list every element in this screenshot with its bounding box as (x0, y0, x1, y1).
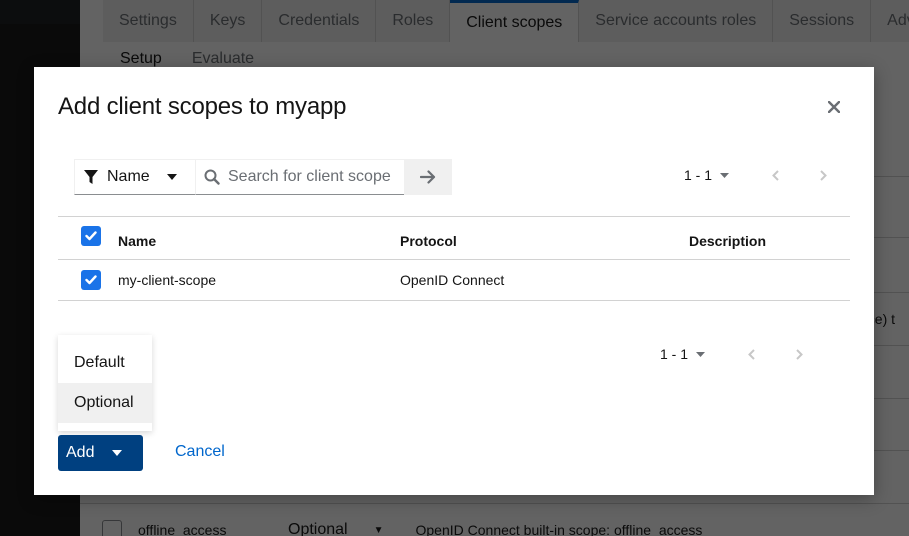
add-client-scopes-modal: Add client scopes to myapp Name 1 - 1 (34, 67, 874, 495)
per-page-toggle[interactable]: 1 - 1 (684, 167, 730, 183)
arrow-right-icon (420, 170, 436, 184)
menu-item-optional[interactable]: Optional (58, 383, 152, 423)
caret-down-icon (696, 351, 706, 357)
search-icon (204, 169, 220, 185)
pagination-bottom: 1 - 1 (660, 346, 807, 362)
close-button[interactable] (824, 97, 844, 117)
check-icon (85, 275, 97, 285)
column-header-protocol[interactable]: Protocol (400, 227, 689, 249)
add-button-label: Add (66, 444, 95, 461)
filter-icon (84, 170, 98, 184)
search-box (196, 159, 404, 195)
cancel-button[interactable]: Cancel (175, 443, 225, 461)
row-checkbox[interactable] (81, 270, 101, 290)
caret-down-icon (112, 450, 123, 456)
filter-toolbar: Name (74, 159, 452, 195)
menu-item-default[interactable]: Default (58, 343, 152, 383)
caret-down-icon (720, 172, 730, 178)
add-button[interactable]: Add (58, 435, 143, 471)
column-header-name[interactable]: Name (118, 227, 400, 249)
next-page-button[interactable] (815, 169, 831, 181)
select-all-checkbox[interactable] (81, 226, 101, 246)
client-scopes-table: Name Protocol Description my-client-scop… (58, 216, 850, 301)
chevron-right-icon (795, 348, 803, 360)
modal-title: Add client scopes to myapp (58, 93, 347, 120)
previous-page-button[interactable] (767, 169, 783, 181)
search-submit-button[interactable] (404, 159, 452, 195)
per-page-toggle[interactable]: 1 - 1 (660, 346, 706, 362)
search-input[interactable] (228, 168, 398, 186)
close-icon (828, 101, 840, 113)
chevron-left-icon (771, 169, 779, 181)
column-header-description[interactable]: Description (689, 227, 850, 249)
chevron-left-icon (747, 348, 755, 360)
table-header-row: Name Protocol Description (58, 216, 850, 260)
filter-attribute-select[interactable]: Name (74, 159, 196, 195)
previous-page-button[interactable] (743, 348, 759, 360)
scope-name: my-client-scope (118, 272, 217, 288)
next-page-button[interactable] (791, 348, 807, 360)
table-row: my-client-scope OpenID Connect (58, 260, 850, 301)
pagination-range: 1 - 1 (684, 167, 713, 183)
chevron-right-icon (819, 169, 827, 181)
filter-selected-label: Name (107, 168, 150, 185)
pagination-top: 1 - 1 (684, 167, 831, 183)
pagination-range: 1 - 1 (660, 346, 689, 362)
add-type-menu: Default Optional (58, 335, 152, 431)
caret-down-icon (167, 174, 177, 180)
check-icon (85, 231, 97, 241)
scope-protocol: OpenID Connect (400, 272, 505, 288)
